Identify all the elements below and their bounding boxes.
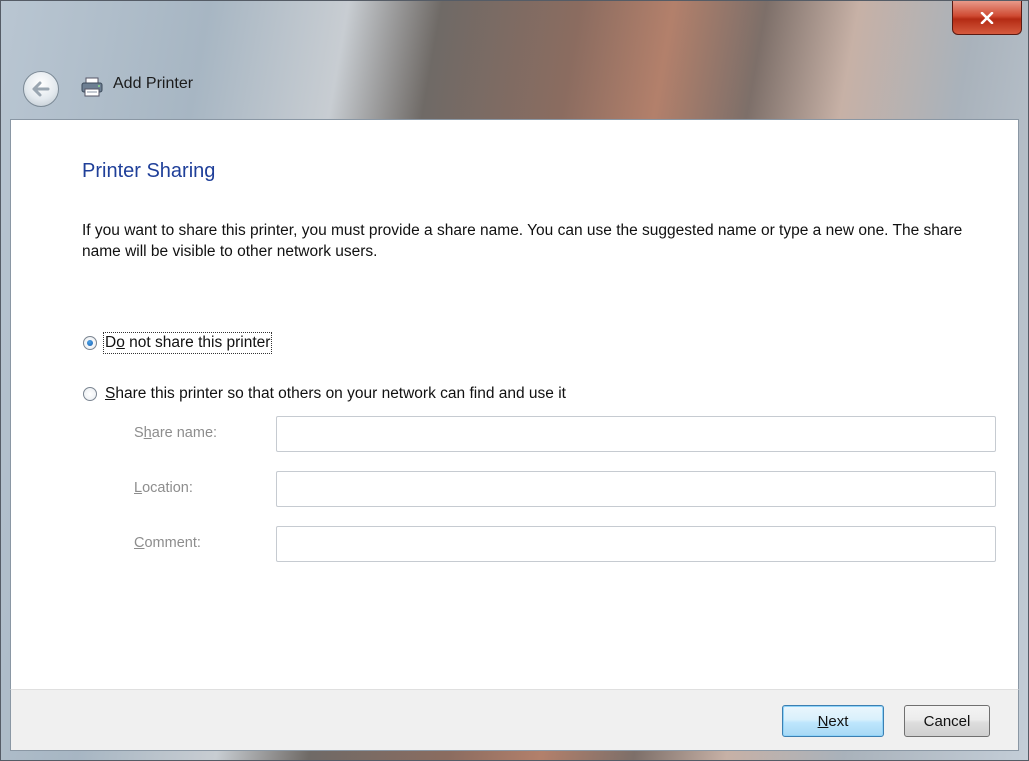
close-icon [980,11,994,24]
comment-input[interactable] [276,526,996,562]
radio-selected-dot [87,340,93,346]
comment-label: Comment: [134,535,201,551]
back-button[interactable] [23,71,59,107]
option-share[interactable]: Share this printer so that others on you… [83,385,566,403]
title-bar: Add Printer [1,1,1028,119]
radio-do-not-share[interactable] [83,336,97,350]
option-do-not-share[interactable]: Do not share this printer [83,332,273,354]
page-heading: Printer Sharing [82,160,216,182]
accelerator-key: C [134,535,145,551]
option-do-not-share-label[interactable]: Do not share this printer [102,332,273,354]
accelerator-key: S [105,385,116,402]
button-bar: Next Cancel [10,689,1019,751]
page-description: If you want to share this printer, you m… [82,222,963,260]
accelerator-key: h [143,425,152,441]
wizard-content: Printer Sharing If you want to share thi… [10,119,1019,689]
printer-icon [81,77,103,97]
location-label: Location: [134,480,193,496]
close-button[interactable] [952,1,1022,35]
option-share-label[interactable]: Share this printer so that others on you… [105,385,566,403]
accelerator-key: N [817,712,829,730]
cancel-button[interactable]: Cancel [904,705,990,737]
accelerator-key: o [116,334,125,351]
radio-share[interactable] [83,387,97,401]
share-name-label: Share name: [134,425,218,441]
accelerator-key: L [134,480,143,496]
back-arrow-icon [32,81,50,97]
next-button[interactable]: Next [782,705,884,737]
location-input[interactable] [276,471,996,507]
share-name-input[interactable] [276,416,996,452]
window-title: Add Printer [113,75,194,92]
add-printer-window: Add Printer Printer Sharing If you want … [0,0,1029,761]
